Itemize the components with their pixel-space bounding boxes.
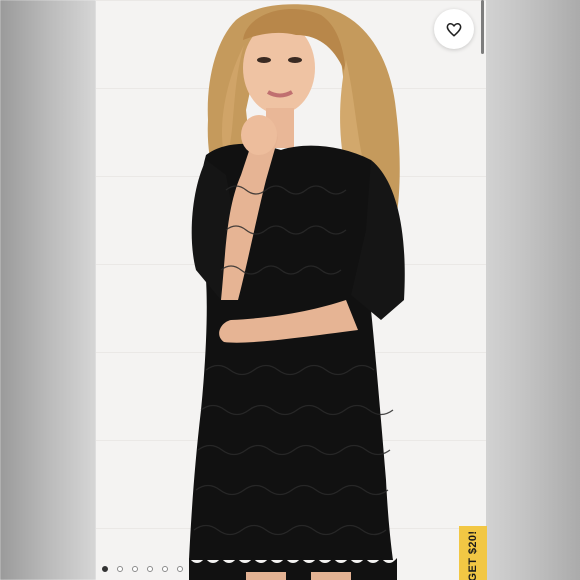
carousel-dot[interactable] xyxy=(177,566,183,572)
promo-tab[interactable]: GET $20! xyxy=(459,526,487,580)
blurred-backdrop-right xyxy=(486,0,580,580)
heart-outline-icon xyxy=(446,22,462,37)
scrollbar-thumb[interactable] xyxy=(481,0,484,54)
promo-text: GET $20! xyxy=(467,530,479,580)
carousel-dot[interactable] xyxy=(132,566,138,572)
blurred-backdrop-left xyxy=(0,0,96,580)
listing-image-viewer: GET $20! xyxy=(0,0,580,580)
product-photo[interactable] xyxy=(96,0,486,580)
model-in-black-lace-dress xyxy=(189,4,405,580)
like-button[interactable] xyxy=(434,9,474,49)
carousel-dot[interactable] xyxy=(102,566,108,572)
image-carousel-dots xyxy=(102,566,183,572)
carousel-dot[interactable] xyxy=(117,566,123,572)
scalloped-hem xyxy=(189,558,397,580)
carousel-dot[interactable] xyxy=(147,566,153,572)
carousel-dot[interactable] xyxy=(162,566,168,572)
